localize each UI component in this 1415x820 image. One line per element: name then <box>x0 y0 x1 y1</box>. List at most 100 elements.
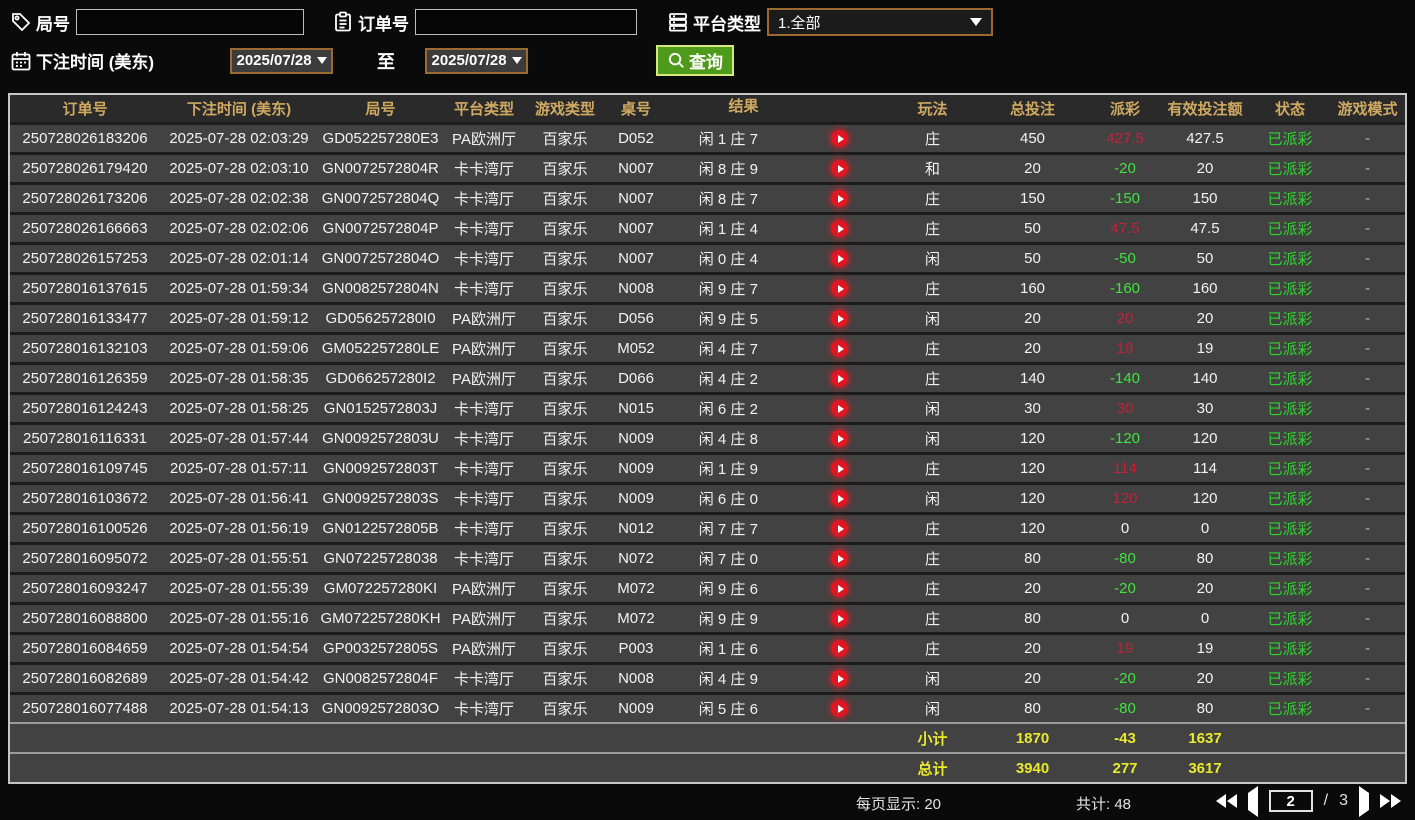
table-row: 250728016088800 2025-07-28 01:55:16 GM07… <box>10 602 1405 632</box>
play-video-icon[interactable] <box>831 430 849 447</box>
cell-game-no: GN0082572804N <box>322 280 439 297</box>
subtotal-total-bet: 1870 <box>1015 729 1050 747</box>
cell-game-type: 百家乐 <box>542 341 588 358</box>
play-video-icon[interactable] <box>831 190 849 207</box>
first-page-icon[interactable] <box>1215 794 1237 808</box>
cell-result: 闲 1 庄 4 <box>698 221 758 238</box>
game-no-input[interactable] <box>76 9 304 35</box>
date-from-picker[interactable]: 2025/07/28 <box>230 47 334 74</box>
cell-table-no: D066 <box>618 370 654 387</box>
cell-play-type: 庄 <box>924 521 940 538</box>
play-video-icon[interactable] <box>831 490 849 507</box>
cell-payout: 19 <box>1116 340 1134 357</box>
cell-valid-bet: 30 <box>1196 400 1214 417</box>
cell-total-bet: 20 <box>1024 310 1041 327</box>
cell-game-no: GD056257280I0 <box>325 310 436 327</box>
play-video-icon[interactable] <box>831 280 849 297</box>
cell-total-bet: 20 <box>1024 670 1041 687</box>
play-video-icon[interactable] <box>831 520 849 537</box>
play-video-icon[interactable] <box>831 220 849 237</box>
cell-payout: -20 <box>1114 580 1136 597</box>
play-video-icon[interactable] <box>831 250 849 267</box>
last-page-icon[interactable] <box>1380 794 1401 808</box>
cell-order-no: 250728016093247 <box>22 580 148 597</box>
cell-status: 已派彩 <box>1267 611 1313 628</box>
search-button-label: 查询 <box>689 53 724 72</box>
filter-bar-top: 局号 订单号 平台类型 1.全部 <box>10 8 993 36</box>
cell-order-no: 250728026173206 <box>22 190 148 207</box>
cell-valid-bet: 0 <box>1200 610 1210 627</box>
cell-game-no: GN0072572804O <box>321 250 440 267</box>
platform-type-select[interactable]: 1.全部 <box>767 8 993 36</box>
col-game-no: 局号 <box>365 101 396 118</box>
cell-result: 闲 6 庄 0 <box>698 491 758 508</box>
next-page-icon[interactable] <box>1359 785 1369 817</box>
cell-game-type: 百家乐 <box>542 371 588 388</box>
cell-order-no: 250728016088800 <box>22 610 148 627</box>
cell-game-type: 百家乐 <box>542 611 588 628</box>
cell-status: 已派彩 <box>1267 341 1313 358</box>
cell-table-no: N015 <box>618 400 654 417</box>
page-number-input[interactable] <box>1268 790 1313 812</box>
cell-payout: 19 <box>1116 640 1134 657</box>
play-video-icon[interactable] <box>831 550 849 567</box>
cell-game-mode: - <box>1365 670 1370 687</box>
play-video-icon[interactable] <box>831 580 849 597</box>
play-video-icon[interactable] <box>831 670 849 687</box>
cell-status: 已派彩 <box>1267 521 1313 538</box>
play-video-icon[interactable] <box>831 400 849 417</box>
total-valid-bet: 3617 <box>1188 759 1222 777</box>
date-to-picker[interactable]: 2025/07/28 <box>425 47 529 74</box>
cell-table-no: N007 <box>618 160 654 177</box>
cell-play-type: 庄 <box>924 581 940 598</box>
order-no-input[interactable] <box>415 9 637 35</box>
play-video-icon[interactable] <box>831 460 849 477</box>
subtotal-label: 小计 <box>917 730 948 748</box>
chevron-down-icon <box>511 57 522 64</box>
cell-game-mode: - <box>1365 160 1370 177</box>
cell-play-type: 闲 <box>924 401 940 418</box>
cell-total-bet: 30 <box>1024 400 1041 417</box>
play-video-icon[interactable] <box>831 310 849 327</box>
cell-game-type: 百家乐 <box>542 581 588 598</box>
search-button[interactable]: 查询 <box>656 45 735 76</box>
cell-game-no: GN0092572803T <box>322 460 439 477</box>
cell-play-type: 闲 <box>924 491 940 508</box>
cell-platform-type: PA欧洲厅 <box>452 131 516 148</box>
table-row: 250728026157253 2025-07-28 02:01:14 GN00… <box>10 242 1405 272</box>
cell-game-type: 百家乐 <box>542 311 588 328</box>
cell-game-mode: - <box>1365 400 1370 417</box>
cell-order-no: 250728016126359 <box>22 370 148 387</box>
cell-play-type: 和 <box>924 161 940 178</box>
cell-game-mode: - <box>1365 640 1370 657</box>
cell-total-bet: 120 <box>1019 460 1046 477</box>
play-video-icon[interactable] <box>831 700 849 717</box>
prev-page-icon[interactable] <box>1247 785 1258 817</box>
cell-game-type: 百家乐 <box>542 491 588 508</box>
cell-bet-time: 2025-07-28 01:59:06 <box>169 340 309 357</box>
cell-status: 已派彩 <box>1267 131 1313 148</box>
cell-bet-time: 2025-07-28 02:03:29 <box>169 130 309 147</box>
cell-valid-bet: 114 <box>1193 460 1217 477</box>
cell-platform-type: 卡卡湾厅 <box>453 161 514 178</box>
play-video-icon[interactable] <box>831 370 849 387</box>
play-video-icon[interactable] <box>831 340 849 357</box>
play-video-icon[interactable] <box>831 160 849 177</box>
cell-status: 已派彩 <box>1267 581 1313 598</box>
cell-play-type: 庄 <box>924 611 940 628</box>
cell-payout: -20 <box>1114 160 1136 177</box>
cell-payout: -160 <box>1109 280 1141 297</box>
cell-valid-bet: 20 <box>1196 580 1214 597</box>
col-game-mode: 游戏模式 <box>1337 101 1398 118</box>
subtotal-valid-bet: 1637 <box>1188 729 1222 747</box>
table-row: 250728016077488 2025-07-28 01:54:13 GN00… <box>10 692 1405 722</box>
cell-status: 已派彩 <box>1267 191 1313 208</box>
cell-valid-bet: 140 <box>1192 370 1218 387</box>
cell-bet-time: 2025-07-28 01:54:54 <box>169 640 309 657</box>
play-video-icon[interactable] <box>831 610 849 627</box>
cell-total-bet: 120 <box>1019 490 1046 507</box>
play-video-icon[interactable] <box>831 640 849 657</box>
cell-order-no: 250728016109745 <box>22 460 148 477</box>
cell-game-mode: - <box>1365 280 1370 297</box>
play-video-icon[interactable] <box>831 130 849 147</box>
